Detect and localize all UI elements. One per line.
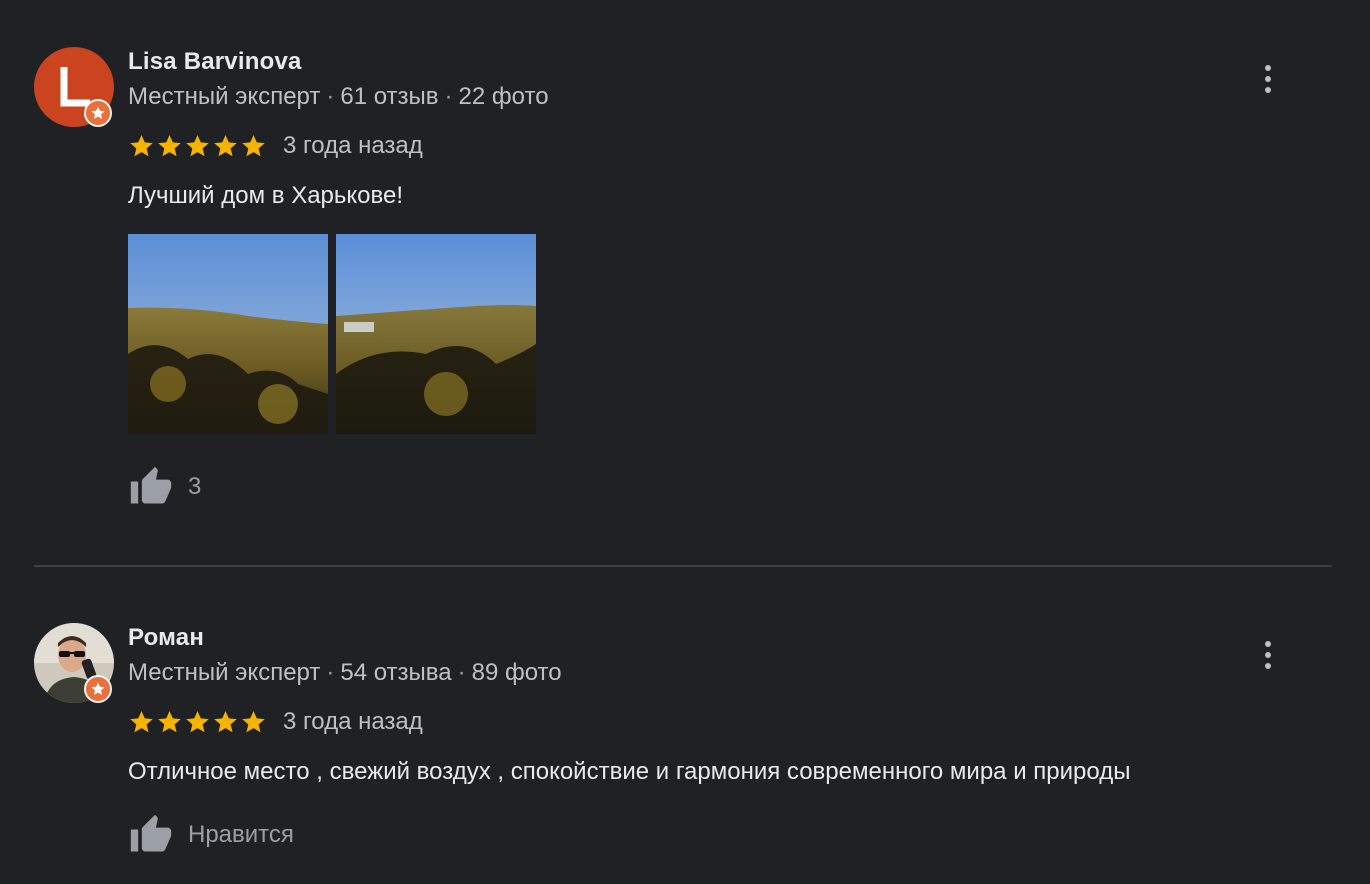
local-guide-badge-icon xyxy=(84,99,112,127)
meta-separator: · xyxy=(457,659,466,686)
review-text: Лучший дом в Харькове! xyxy=(128,182,404,209)
more-vert-icon xyxy=(1265,65,1271,71)
review-count: 61 отзыв xyxy=(340,83,439,110)
rating-row: 3 года назад xyxy=(128,131,423,161)
thumb-up-icon xyxy=(130,814,172,852)
review-time: 3 года назад xyxy=(283,708,423,735)
star-icon xyxy=(214,710,237,733)
review-count: 54 отзыва xyxy=(340,659,452,686)
more-options-button[interactable] xyxy=(1250,637,1286,673)
review-photos xyxy=(128,234,536,434)
photo-count: 22 фото xyxy=(458,83,549,110)
review-photo[interactable] xyxy=(336,234,536,434)
local-guide-badge-icon xyxy=(84,675,112,703)
star-icon xyxy=(242,710,265,733)
like-count: 3 xyxy=(188,473,202,500)
star-icon xyxy=(130,710,153,733)
more-options-button[interactable] xyxy=(1250,61,1286,97)
local-guide-label: Местный эксперт xyxy=(128,83,321,110)
like-button[interactable]: Нравится xyxy=(128,813,294,857)
photo-count: 89 фото xyxy=(471,659,562,686)
avatar[interactable] xyxy=(34,47,114,127)
review-card: Lisa Barvinova Местный эксперт · 61 отзыв ·… xyxy=(0,0,1370,566)
reviewer-meta: Местный эксперт · 61 отзыв · 22 фото xyxy=(128,83,549,111)
star-icon xyxy=(158,710,181,733)
review-text: Отличное место , свежий воздух , спокойс… xyxy=(128,758,1131,785)
rating-row: 3 года назад xyxy=(128,707,423,737)
review-card: Роман Местный эксперт · 54 отзыва · 89 фото … xyxy=(0,567,1370,884)
more-vert-icon xyxy=(1265,641,1271,647)
like-label: Нравится xyxy=(188,821,294,848)
star-rating xyxy=(128,133,267,159)
reviewer-name[interactable]: Lisa Barvinova xyxy=(128,48,302,76)
reviewer-name[interactable]: Роман xyxy=(128,624,204,652)
like-button[interactable]: 3 xyxy=(128,465,201,509)
reviewer-meta: Местный эксперт · 54 отзыва · 89 фото xyxy=(128,659,562,687)
avatar[interactable] xyxy=(34,623,114,703)
meta-separator: · xyxy=(326,659,335,686)
star-rating xyxy=(128,709,267,735)
autumn-forest-photo-2 xyxy=(336,234,536,434)
meta-separator: · xyxy=(444,83,453,110)
review-photo[interactable] xyxy=(128,234,328,434)
star-icon xyxy=(214,134,237,157)
autumn-forest-photo-1 xyxy=(128,234,328,434)
local-guide-label: Местный эксперт xyxy=(128,659,321,686)
star-icon xyxy=(158,134,181,157)
star-icon xyxy=(186,710,209,733)
review-time: 3 года назад xyxy=(283,132,423,159)
star-icon xyxy=(186,134,209,157)
star-icon xyxy=(130,134,153,157)
star-icon xyxy=(242,134,265,157)
thumb-up-icon xyxy=(130,466,172,504)
meta-separator: · xyxy=(326,83,335,110)
